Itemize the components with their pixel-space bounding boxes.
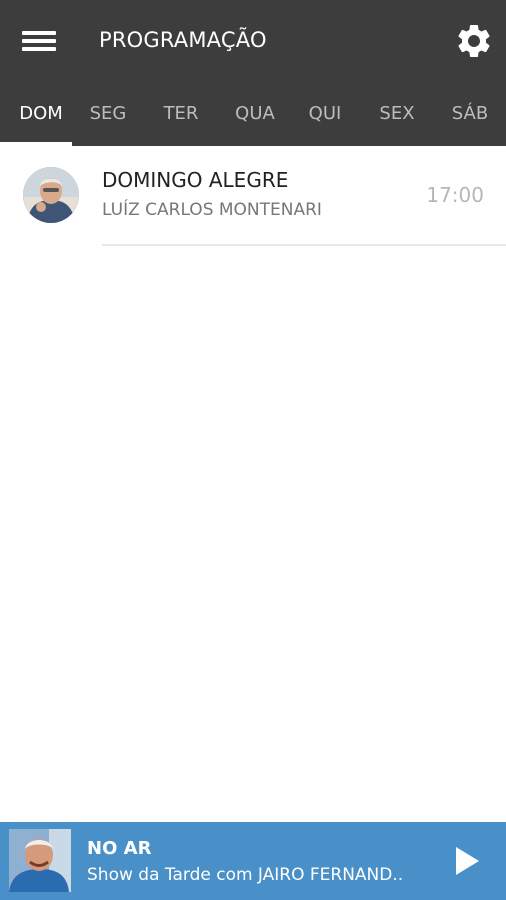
tab-sex[interactable]: SEX xyxy=(361,88,433,140)
tab-qua[interactable]: QUA xyxy=(219,88,291,140)
tab-dom[interactable]: DOM xyxy=(5,88,77,140)
app-bar: PROGRAMAÇÃO DOM SEG TER QUA QUI SEX SÁB xyxy=(0,0,506,146)
tab-sab[interactable]: SÁB xyxy=(434,88,506,140)
now-playing-thumbnail xyxy=(9,829,71,892)
now-playing-label: NO AR xyxy=(87,838,152,859)
weekday-tabs: DOM SEG TER QUA QUI SEX SÁB xyxy=(0,88,506,146)
now-playing-show: Show da Tarde com JAIRO FERNAND.. xyxy=(87,865,404,885)
program-host: LUÍZ CARLOS MONTENARI xyxy=(102,200,322,220)
tab-seg[interactable]: SEG xyxy=(72,88,144,140)
program-title: DOMINGO ALEGRE xyxy=(102,168,289,192)
avatar xyxy=(23,167,79,223)
divider xyxy=(102,244,506,246)
schedule-list: DOMINGO ALEGRE LUÍZ CARLOS MONTENARI 17:… xyxy=(0,146,506,246)
hamburger-menu-icon[interactable] xyxy=(22,28,56,54)
toolbar: PROGRAMAÇÃO xyxy=(0,0,506,82)
now-playing-bar[interactable]: NO AR Show da Tarde com JAIRO FERNAND.. xyxy=(0,822,506,900)
tab-ter[interactable]: TER xyxy=(145,88,217,140)
list-item[interactable]: DOMINGO ALEGRE LUÍZ CARLOS MONTENARI 17:… xyxy=(0,146,506,246)
play-icon[interactable] xyxy=(452,844,482,878)
program-time: 17:00 xyxy=(426,183,484,207)
page-title: PROGRAMAÇÃO xyxy=(99,28,267,52)
gear-icon[interactable] xyxy=(454,21,494,61)
tab-qui[interactable]: QUI xyxy=(289,88,361,140)
